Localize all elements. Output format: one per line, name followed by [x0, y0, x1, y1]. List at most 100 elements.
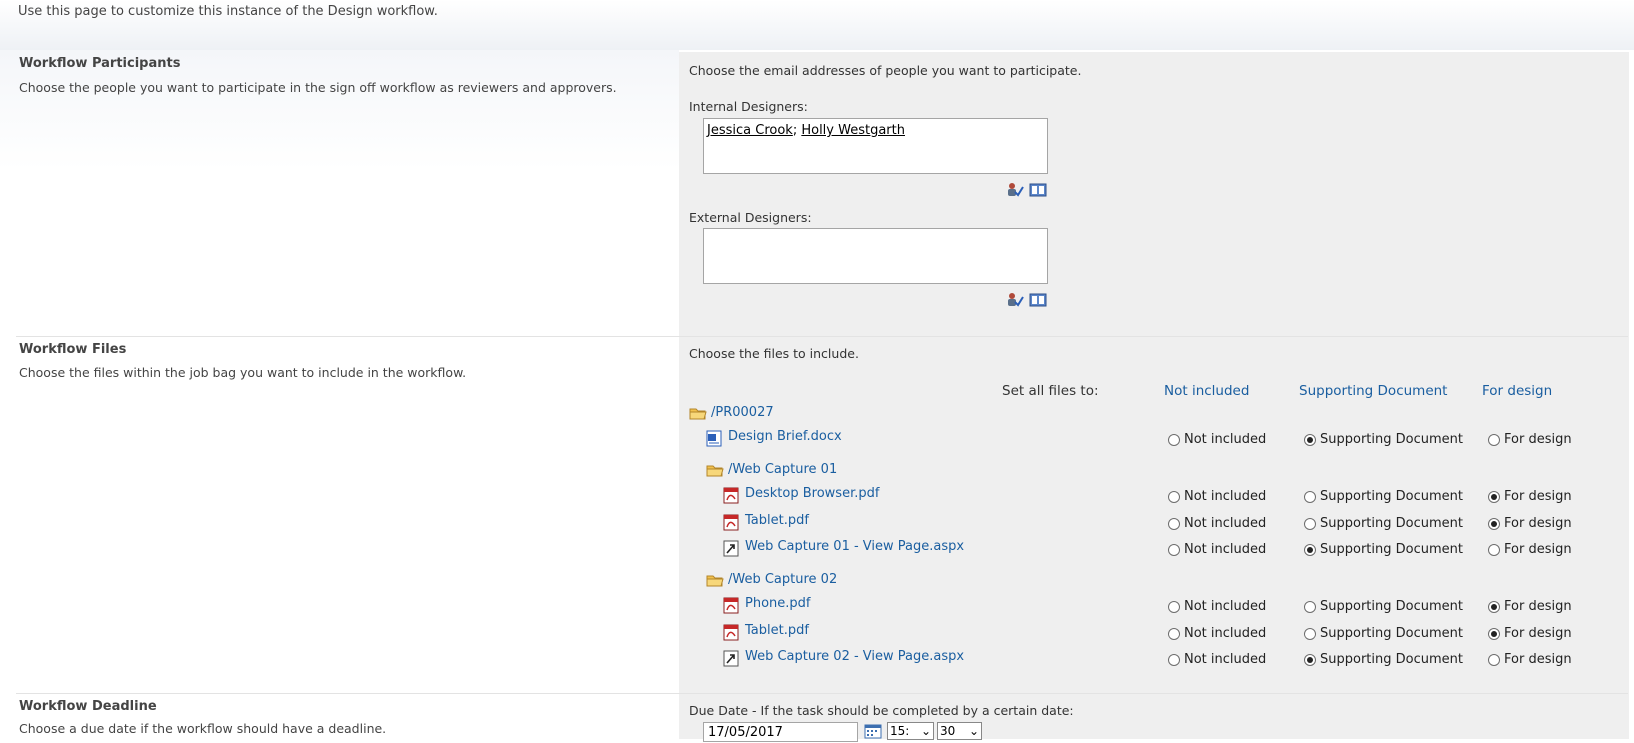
due-date-input[interactable]: 17/05/2017 [703, 722, 858, 742]
minute-select[interactable]: 30 ⌄ [937, 722, 982, 740]
folder-link[interactable]: /PR00027 [711, 405, 774, 420]
radio-for-design[interactable]: For design [1488, 542, 1572, 557]
folder-link[interactable]: /Web Capture 01 [728, 462, 837, 477]
radio-supporting-document[interactable]: Supporting Document [1304, 489, 1463, 504]
radio-label: Not included [1184, 432, 1267, 447]
participants-title: Workflow Participants [19, 56, 181, 71]
radio-circle[interactable] [1488, 600, 1500, 613]
link-page-icon [723, 540, 739, 557]
participants-instructions: Choose the email addresses of people you… [689, 63, 1082, 78]
check-names-icon[interactable] [1006, 292, 1024, 307]
separator: ; [792, 123, 798, 138]
radio-circle[interactable] [1488, 627, 1500, 640]
participants-description: Choose the people you want to participat… [19, 80, 617, 95]
file-link[interactable]: Phone.pdf [745, 596, 810, 611]
person-chip[interactable]: Holly Westgarth [801, 123, 905, 138]
radio-label: For design [1504, 542, 1572, 557]
folder-link[interactable]: /Web Capture 02 [728, 572, 837, 587]
hour-select[interactable]: 15: ⌄ [887, 722, 934, 740]
radio-label: Supporting Document [1320, 516, 1463, 531]
intro-text: Use this page to customize this instance… [18, 4, 438, 19]
radio-supporting-document[interactable]: Supporting Document [1304, 599, 1463, 614]
radio-label: For design [1504, 489, 1572, 504]
radio-circle[interactable] [1304, 517, 1316, 530]
external-designers-field[interactable] [703, 228, 1048, 284]
radio-label: Supporting Document [1320, 626, 1463, 641]
radio-not-included[interactable]: Not included [1168, 626, 1266, 641]
radio-label: For design [1504, 626, 1572, 641]
due-date-label: Due Date - If the task should be complet… [689, 703, 1074, 718]
radio-not-included[interactable]: Not included [1168, 516, 1266, 531]
section-divider [16, 693, 1628, 694]
file-link[interactable]: Desktop Browser.pdf [745, 486, 879, 501]
pdf-icon [723, 487, 739, 504]
radio-label: For design [1504, 652, 1572, 667]
files-title: Workflow Files [19, 342, 127, 357]
address-book-icon[interactable] [1029, 182, 1047, 197]
radio-label: Supporting Document [1320, 652, 1463, 667]
radio-label: Not included [1184, 516, 1267, 531]
radio-circle[interactable] [1168, 600, 1180, 613]
external-designers-label: External Designers: [689, 210, 812, 225]
radio-circle[interactable] [1168, 490, 1180, 503]
radio-not-included[interactable]: Not included [1168, 652, 1266, 667]
minute-value: 30 [940, 724, 956, 738]
radio-label: Not included [1184, 542, 1267, 557]
radio-circle[interactable] [1304, 543, 1316, 556]
radio-circle[interactable] [1304, 627, 1316, 640]
radio-circle[interactable] [1168, 653, 1180, 666]
set-all-label: Set all files to: [1002, 383, 1099, 399]
radio-circle[interactable] [1304, 490, 1316, 503]
radio-label: Supporting Document [1320, 599, 1463, 614]
person-chip[interactable]: Jessica Crook [707, 123, 793, 138]
radio-circle[interactable] [1488, 653, 1500, 666]
radio-for-design[interactable]: For design [1488, 626, 1572, 641]
radio-for-design[interactable]: For design [1488, 652, 1572, 667]
radio-supporting-document[interactable]: Supporting Document [1304, 652, 1463, 667]
check-names-icon[interactable] [1006, 182, 1024, 197]
radio-for-design[interactable]: For design [1488, 489, 1572, 504]
file-link[interactable]: Design Brief.docx [728, 429, 842, 444]
set-all-not-included[interactable]: Not included [1164, 383, 1249, 399]
radio-for-design[interactable]: For design [1488, 516, 1572, 531]
address-book-icon[interactable] [1029, 292, 1047, 307]
pdf-icon [723, 514, 739, 531]
radio-circle[interactable] [1168, 517, 1180, 530]
set-all-for-design[interactable]: For design [1482, 383, 1552, 399]
external-picker-icons [1006, 292, 1047, 307]
radio-circle[interactable] [1168, 433, 1180, 446]
radio-circle[interactable] [1168, 543, 1180, 556]
radio-supporting-document[interactable]: Supporting Document [1304, 626, 1463, 641]
radio-circle[interactable] [1304, 433, 1316, 446]
internal-designers-field[interactable]: Jessica Crook; Holly Westgarth [703, 118, 1048, 174]
radio-supporting-document[interactable]: Supporting Document [1304, 542, 1463, 557]
hour-value: 15: [890, 724, 910, 738]
radio-not-included[interactable]: Not included [1168, 489, 1266, 504]
radio-for-design[interactable]: For design [1488, 599, 1572, 614]
file-link[interactable]: Tablet.pdf [745, 513, 809, 528]
radio-circle[interactable] [1488, 490, 1500, 503]
radio-supporting-document[interactable]: Supporting Document [1304, 516, 1463, 531]
internal-designers-label: Internal Designers: [689, 99, 808, 114]
radio-circle[interactable] [1304, 600, 1316, 613]
radio-label: Not included [1184, 599, 1267, 614]
radio-label: Not included [1184, 652, 1267, 667]
radio-not-included[interactable]: Not included [1168, 542, 1266, 557]
word-document-icon [706, 430, 722, 447]
calendar-icon[interactable] [864, 724, 882, 743]
file-link[interactable]: Tablet.pdf [745, 623, 809, 638]
radio-circle[interactable] [1488, 433, 1500, 446]
radio-for-design[interactable]: For design [1488, 432, 1572, 447]
file-link[interactable]: Web Capture 01 - View Page.aspx [745, 539, 964, 554]
set-all-supporting[interactable]: Supporting Document [1299, 383, 1447, 399]
radio-circle[interactable] [1488, 517, 1500, 530]
file-link[interactable]: Web Capture 02 - View Page.aspx [745, 649, 964, 664]
radio-circle[interactable] [1168, 627, 1180, 640]
radio-not-included[interactable]: Not included [1168, 599, 1266, 614]
radio-label: For design [1504, 516, 1572, 531]
deadline-title: Workflow Deadline [19, 699, 157, 714]
radio-circle[interactable] [1304, 653, 1316, 666]
radio-circle[interactable] [1488, 543, 1500, 556]
radio-supporting-document[interactable]: Supporting Document [1304, 432, 1463, 447]
radio-not-included[interactable]: Not included [1168, 432, 1266, 447]
